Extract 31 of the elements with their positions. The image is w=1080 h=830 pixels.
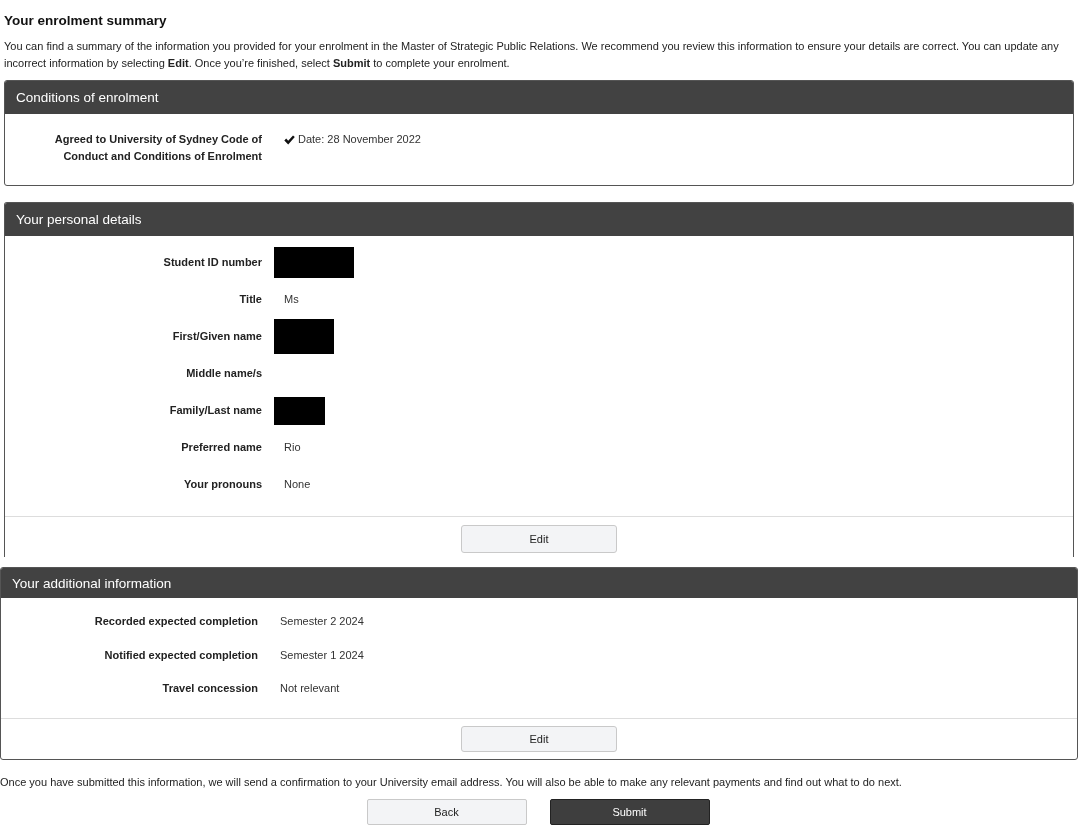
field-label: Title xyxy=(239,292,262,307)
field-value: Date: 28 November 2022 xyxy=(298,132,421,147)
field-label: Preferred name xyxy=(181,440,262,455)
field-label: Student ID number xyxy=(163,255,262,270)
edit-button[interactable]: Edit xyxy=(461,725,617,752)
submit-button[interactable]: Submit xyxy=(549,798,710,825)
field-label: Travel concession xyxy=(162,681,258,697)
field-value: None xyxy=(284,477,311,492)
confirmation-note: Once you have submitted this information, we will send a confirmation to your University email address. You will also be able to make any relevant payments and find out what to do next. xyxy=(0,774,903,790)
field-label: Agreed to University of Sydney Code of Conduct and Conditions of Enrolment xyxy=(53,132,262,164)
panel-title: Conditions of enrolment xyxy=(16,89,159,106)
check-icon xyxy=(284,134,295,145)
field-label: Notified expected completion xyxy=(104,647,258,663)
field-value: Semester 2 2024 xyxy=(280,614,364,630)
field-label: Middle name/s xyxy=(186,366,262,381)
field-label: Your pronouns xyxy=(184,477,262,492)
back-button[interactable]: Back xyxy=(366,798,527,825)
field-label: Family/Last name xyxy=(169,403,262,418)
field-label: Recorded expected completion xyxy=(94,614,258,630)
intro-text: You can find a summary of the information you provided for your enrolment in the Master of Strategic Public Relations. We recommend you review this information to ensure your details are correct. You can update any incorrect information by selecting Edit. Once you’re finished, select Submit to complete your enrolment. xyxy=(4,39,1060,71)
field-label: First/Given name xyxy=(172,329,262,344)
page-title: Your enrolment summary xyxy=(4,12,168,29)
field-value: Semester 1 2024 xyxy=(280,647,364,663)
edit-button[interactable]: Edit xyxy=(461,525,617,553)
panel-title: Your additional information xyxy=(12,574,172,592)
panel-title: Your personal details xyxy=(16,211,142,228)
field-value: Ms xyxy=(284,292,299,307)
redaction-block xyxy=(274,319,334,354)
field-value: Rio xyxy=(284,440,301,455)
redaction-block xyxy=(274,396,325,425)
field-value: Not relevant xyxy=(280,681,340,697)
